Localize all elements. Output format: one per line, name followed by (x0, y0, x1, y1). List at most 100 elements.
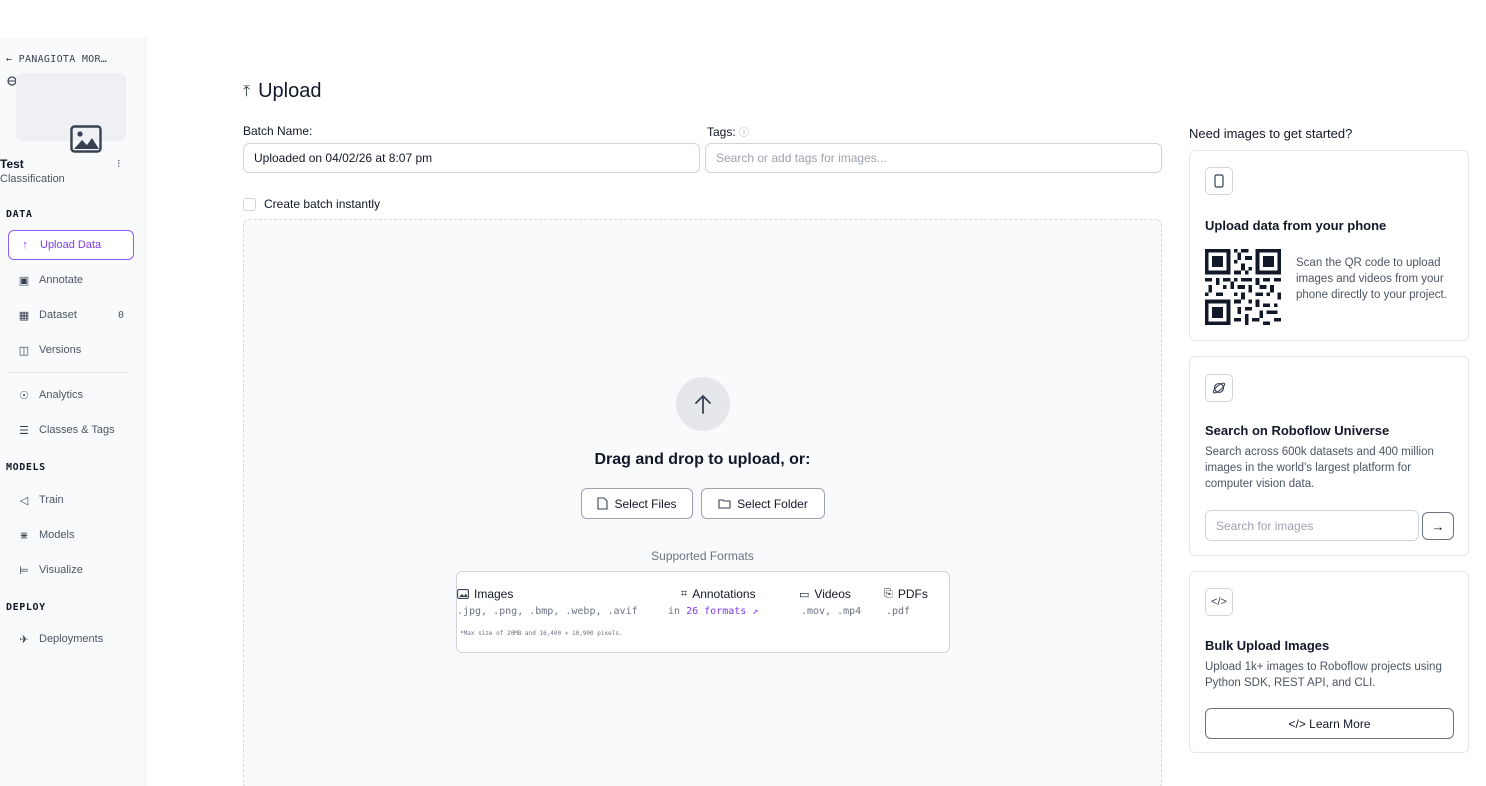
annotations-format-list: in 26 formats ↗ (668, 606, 758, 617)
dataset-count-badge: 0 (117, 309, 124, 321)
sidebar-item-models[interactable]: ⋇ Models (8, 520, 134, 550)
supported-formats-label: Supported Formats (651, 549, 754, 563)
annotations-format-title: Annotations (692, 587, 756, 601)
sidebar-item-dataset[interactable]: ▦ Dataset 0 (8, 300, 134, 330)
dataset-icon: ▦ (18, 309, 30, 322)
select-folder-label: Select Folder (737, 496, 808, 511)
file-icon (597, 497, 609, 510)
sidebar-item-label: Upload Data (40, 239, 102, 251)
videos-format-heading: ▭ Videos (799, 587, 851, 601)
image-placeholder-icon (70, 125, 102, 153)
section-label-deploy: DEPLOY (6, 602, 46, 613)
sidebar-item-label: Classes & Tags (39, 424, 115, 436)
section-label-data: DATA (6, 209, 33, 220)
sidebar-item-label: Analytics (39, 389, 84, 401)
universe-search-input[interactable]: Search for images (1205, 510, 1419, 541)
image-icon (457, 589, 469, 599)
upload-title-icon: ⤒ (243, 82, 251, 100)
sidebar-item-label: Dataset (39, 309, 77, 321)
upload-arrow-icon: ↑ (22, 239, 28, 251)
images-format-heading: Images (457, 587, 513, 601)
tags-label: Tags: ⓘ (707, 124, 749, 139)
sidebar: ← PANAGIOTA MOR… Test Classification ⁝ D… (0, 38, 146, 786)
visualize-icon: ⊨ (19, 564, 29, 577)
upload-arrow-icon (695, 395, 711, 414)
annotations-format-heading: ⌗ Annotations (681, 587, 756, 601)
sidebar-item-versions[interactable]: ◫ Versions (8, 335, 134, 365)
universe-card-desc: Search across 600k datasets and 400 mill… (1205, 446, 1434, 490)
images-format-title: Images (474, 587, 514, 601)
annotate-icon: ▣ (18, 274, 30, 287)
universe-planet-icon (1205, 374, 1233, 402)
pdfs-format-list: .pdf (886, 606, 911, 617)
supported-formats-box: Images .jpg, .png, .bmp, .webp, .avif ⌗ … (456, 571, 950, 653)
universe-card-title: Search on Roboflow Universe (1205, 423, 1390, 438)
sidebar-item-label: Deployments (39, 633, 104, 645)
project-name: Test (0, 157, 24, 171)
page-title: ⤒ Upload (243, 80, 321, 103)
sidebar-item-label: Train (39, 494, 64, 506)
universe-search-button[interactable]: → (1422, 512, 1454, 540)
create-batch-checkbox-row[interactable]: Create batch instantly (243, 197, 380, 211)
classes-icon: ☰ (19, 424, 29, 437)
create-batch-checkbox[interactable] (243, 197, 256, 211)
sidebar-item-annotate[interactable]: ▣ Annotate (8, 265, 134, 295)
universe-card: Search on Roboflow Universe Search acros… (1189, 356, 1469, 556)
upload-circle[interactable] (676, 377, 730, 431)
right-panel-title: Need images to get started? (1189, 126, 1353, 141)
batch-name-label: Batch Name: (243, 124, 313, 138)
batch-name-input[interactable]: Uploaded on 04/02/26 at 8:07 pm (243, 143, 700, 173)
annotations-prefix: in (668, 606, 681, 617)
phone-card-desc: Scan the QR code to upload images and vi… (1296, 257, 1447, 301)
create-batch-label: Create batch instantly (264, 197, 381, 211)
phone-card-title: Upload data from your phone (1205, 218, 1387, 233)
phone-upload-card: Upload data from your phone Scan the QR … (1189, 150, 1469, 341)
upload-dropzone[interactable]: Drag and drop to upload, or: Select File… (243, 219, 1162, 786)
videos-format-list: .mov, .mp4 (801, 606, 862, 617)
tags-help-icon[interactable]: ⓘ (739, 128, 749, 139)
project-thumbnail[interactable] (16, 73, 126, 153)
sidebar-item-classes-tags[interactable]: ☰ Classes & Tags (8, 415, 134, 445)
dropzone-title: Drag and drop to upload, or: (594, 451, 811, 468)
qr-code (1205, 249, 1281, 325)
annotations-formats-link[interactable]: 26 formats ↗ (686, 606, 758, 617)
sidebar-item-label: Versions (39, 344, 82, 356)
learn-more-button[interactable]: </> Learn More (1205, 708, 1454, 739)
bulk-card-desc: Upload 1k+ images to Roboflow projects u… (1205, 661, 1442, 689)
versions-icon: ◫ (18, 344, 30, 357)
select-files-button[interactable]: Select Files (581, 488, 693, 519)
code-icon: </> (1205, 588, 1233, 616)
sidebar-item-label: Annotate (39, 274, 84, 286)
annotation-icon: ⌗ (681, 587, 688, 600)
sidebar-item-deployments[interactable]: ✈ Deployments (8, 624, 134, 654)
bulk-card-title: Bulk Upload Images (1205, 638, 1330, 653)
sidebar-item-train[interactable]: ◁ Train (8, 485, 134, 515)
sidebar-item-label: Visualize (39, 564, 83, 576)
phone-icon (1205, 167, 1233, 195)
video-icon: ▭ (799, 588, 810, 601)
sidebar-item-visualize[interactable]: ⊨ Visualize (8, 555, 134, 585)
bulk-upload-card: </> Bulk Upload Images Upload 1k+ images… (1189, 571, 1469, 753)
project-type: Classification (0, 173, 65, 185)
pdfs-format-heading: ⎘ PDFs (884, 587, 928, 601)
pdfs-format-title: PDFs (897, 587, 928, 601)
videos-format-title: Videos (814, 587, 851, 601)
select-folder-button[interactable]: Select Folder (701, 488, 825, 519)
sidebar-item-upload-data[interactable]: ↑ Upload Data (8, 230, 134, 260)
sidebar-divider (8, 372, 128, 373)
section-label-models: MODELS (6, 462, 46, 473)
deployments-icon: ✈ (19, 633, 29, 646)
project-menu-icon[interactable]: ⁝ (117, 157, 121, 170)
train-icon: ◁ (19, 494, 29, 507)
models-icon: ⋇ (19, 529, 29, 542)
page-title-text: Upload (258, 80, 322, 102)
arrow-right-icon: → (1431, 518, 1445, 534)
sidebar-item-analytics[interactable]: ☉ Analytics (8, 380, 134, 410)
analytics-icon: ☉ (19, 389, 29, 402)
sidebar-item-label: Models (39, 529, 75, 541)
tags-input[interactable]: Search or add tags for images... (705, 143, 1162, 173)
images-format-list: .jpg, .png, .bmp, .webp, .avif (457, 606, 638, 617)
tags-label-text: Tags: (707, 125, 736, 139)
workspace-back-link[interactable]: ← PANAGIOTA MOR… (6, 54, 107, 65)
select-files-label: Select Files (614, 496, 677, 511)
